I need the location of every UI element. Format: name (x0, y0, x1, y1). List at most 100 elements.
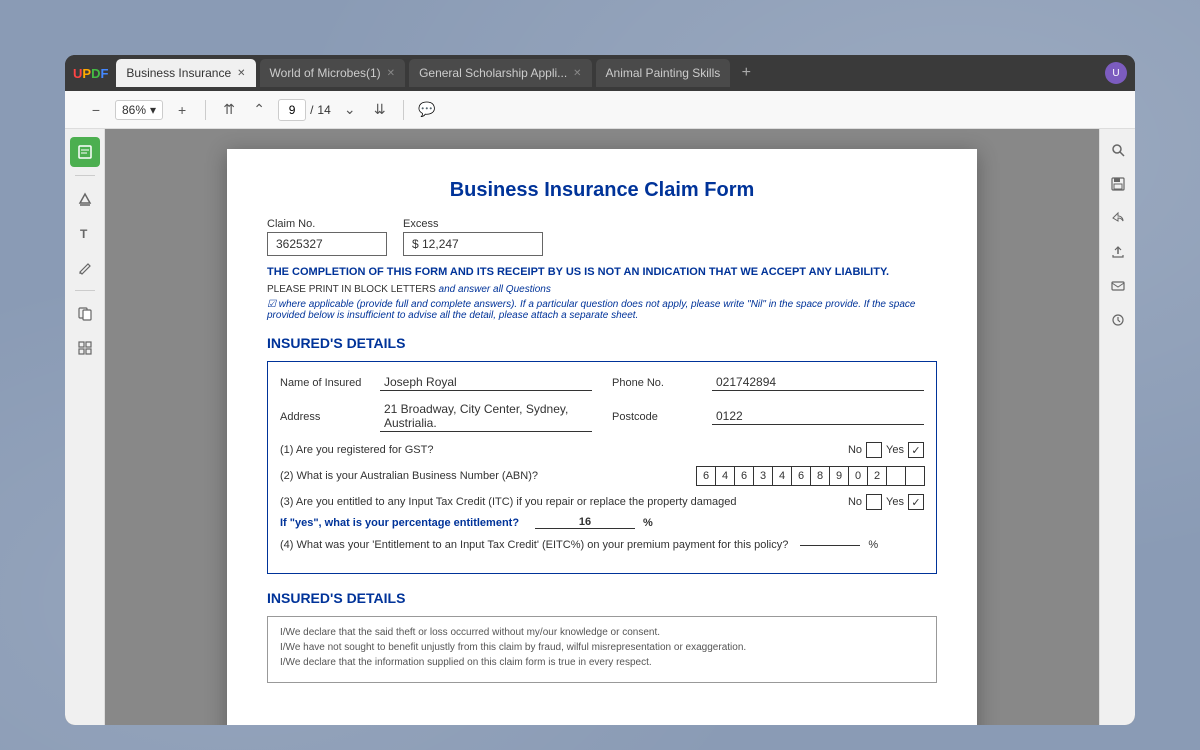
tab-label: General Scholarship Appli... (419, 66, 567, 80)
zoom-out-button[interactable]: − (85, 99, 107, 121)
excess-label: Excess (403, 218, 543, 230)
address-postcode-row: Address 21 Broadway, City Center, Sydney… (280, 401, 924, 432)
q4-text: (4) What was your 'Entitlement to an Inp… (280, 539, 788, 551)
page-nav: / 14 (278, 99, 331, 121)
first-page-button[interactable]: ⇈ (218, 99, 240, 121)
abn-row: 6 4 6 3 4 6 8 9 0 2 (696, 466, 924, 486)
document-area[interactable]: Business Insurance Claim Form Claim No. … (105, 129, 1099, 725)
print-note: PLEASE PRINT IN BLOCK LETTERS and answer… (267, 284, 937, 295)
form-title: Business Insurance Claim Form (267, 179, 937, 202)
abn-cell-1: 4 (715, 466, 735, 486)
tab-close-icon[interactable]: ✕ (573, 68, 581, 79)
tab-label: Business Insurance (126, 66, 231, 80)
tab-label: Animal Painting Skills (606, 66, 721, 80)
abn-cell-7: 9 (829, 466, 849, 486)
q4-percent-symbol: % (868, 539, 878, 551)
zoom-display[interactable]: 86% ▾ (115, 100, 163, 120)
right-sidebar-history[interactable] (1105, 307, 1131, 333)
page-separator: / (310, 103, 313, 117)
tab-general-scholarship[interactable]: General Scholarship Appli... ✕ (409, 59, 591, 87)
percent-symbol: % (643, 517, 653, 529)
q4-percentage-value (800, 545, 860, 546)
right-sidebar-search[interactable] (1105, 137, 1131, 163)
sidebar-item-organize[interactable] (70, 333, 100, 363)
q4-row: (4) What was your 'Entitlement to an Inp… (280, 539, 924, 551)
abn-cell-2: 6 (734, 466, 754, 486)
address-value: 21 Broadway, City Center, Sydney, Austri… (380, 401, 592, 432)
page-input[interactable] (278, 99, 306, 121)
sidebar-separator-1 (75, 175, 95, 176)
main-area: • T (65, 129, 1135, 725)
claim-excess-row: Claim No. 3625327 Excess $ 12,247 (267, 218, 937, 256)
address-label: Address (280, 411, 380, 423)
right-sidebar (1099, 129, 1135, 725)
tab-close-icon[interactable]: ✕ (387, 68, 395, 79)
name-phone-row: Name of Insured Joseph Royal Phone No. 0… (280, 374, 924, 391)
tab-animal-painting[interactable]: Animal Painting Skills (596, 59, 731, 87)
sidebar-item-draw[interactable] (70, 252, 100, 282)
app-logo: UPDF (73, 66, 108, 81)
abn-cell-6: 8 (810, 466, 830, 486)
q3-no-checkbox[interactable] (866, 494, 882, 510)
abn-cell-8: 0 (848, 466, 868, 486)
next-page-button[interactable]: ⌄ (339, 99, 361, 121)
app-window: UPDF Business Insurance ✕ World of Micro… (65, 55, 1135, 725)
sidebar-item-text[interactable]: T (70, 218, 100, 248)
q3-yes-label: Yes (886, 496, 904, 508)
comment-button[interactable]: 💬 (416, 99, 438, 121)
declaration-box: I/We declare that the said theft or loss… (267, 616, 937, 683)
right-sidebar-upload[interactable] (1105, 239, 1131, 265)
tab-world-of-microbes[interactable]: World of Microbes(1) ✕ (260, 59, 406, 87)
name-value: Joseph Royal (380, 374, 592, 391)
q3-no-label: No (848, 496, 862, 508)
q3-percentage-value: 16 (535, 516, 635, 529)
q1-yes-label: Yes (886, 444, 904, 456)
sidebar-item-edit[interactable] (70, 137, 100, 167)
toolbar-separator-2 (403, 100, 404, 120)
warning-text: THE COMPLETION OF THIS FORM AND ITS RECE… (267, 266, 937, 278)
section1-title: INSURED'S DETAILS (267, 335, 937, 351)
title-bar: UPDF Business Insurance ✕ World of Micro… (65, 55, 1135, 91)
phone-value: 021742894 (712, 374, 924, 391)
zoom-in-button[interactable]: + (171, 99, 193, 121)
sidebar-item-pages[interactable] (70, 299, 100, 329)
q4-main-row: (4) What was your 'Entitlement to an Inp… (280, 539, 924, 551)
q3-sub-text: If "yes", what is your percentage entitl… (280, 517, 519, 529)
tab-business-insurance[interactable]: Business Insurance ✕ (116, 59, 255, 87)
phone-label: Phone No. (612, 377, 712, 389)
zoom-chevron-icon: ▾ (150, 103, 156, 117)
claim-no-label: Claim No. (267, 218, 387, 230)
add-tab-button[interactable]: + (734, 61, 758, 85)
tab-close-icon[interactable]: ✕ (237, 68, 245, 79)
prev-page-button[interactable]: ⌃ (248, 99, 270, 121)
zoom-value: 86% (122, 103, 146, 117)
abn-cell-5: 6 (791, 466, 811, 486)
q3-main-row: (3) Are you entitled to any Input Tax Cr… (280, 494, 924, 510)
right-sidebar-share[interactable] (1105, 205, 1131, 231)
q3-yes-checkbox[interactable]: ✓ (908, 494, 924, 510)
claim-no-value: 3625327 (267, 232, 387, 256)
right-sidebar-save[interactable] (1105, 171, 1131, 197)
user-avatar: U (1105, 62, 1127, 84)
declaration-line-3: I/We declare that the information suppli… (280, 657, 924, 668)
right-sidebar-email[interactable] (1105, 273, 1131, 299)
last-page-button[interactable]: ⇊ (369, 99, 391, 121)
pdf-page: Business Insurance Claim Form Claim No. … (227, 149, 977, 725)
q2-text: (2) What is your Australian Business Num… (280, 470, 538, 482)
toolbar: − 86% ▾ + ⇈ ⌃ / 14 ⌄ ⇊ 💬 (65, 91, 1135, 129)
postcode-label: Postcode (612, 411, 712, 423)
abn-cell-3: 3 (753, 466, 773, 486)
q1-no-checkbox[interactable] (866, 442, 882, 458)
left-sidebar: • T (65, 129, 105, 725)
abn-cell-11 (905, 466, 925, 486)
q1-no-label: No (848, 444, 862, 456)
q1-yes-checkbox[interactable]: ✓ (908, 442, 924, 458)
abn-cell-10 (886, 466, 906, 486)
tab-label: World of Microbes(1) (270, 66, 381, 80)
sidebar-item-highlight[interactable] (70, 184, 100, 214)
total-pages: 14 (317, 103, 330, 117)
excess-value: $ 12,247 (403, 232, 543, 256)
q2-row: (2) What is your Australian Business Num… (280, 466, 924, 486)
abn-cell-9: 2 (867, 466, 887, 486)
abn-cell-0: 6 (696, 466, 716, 486)
